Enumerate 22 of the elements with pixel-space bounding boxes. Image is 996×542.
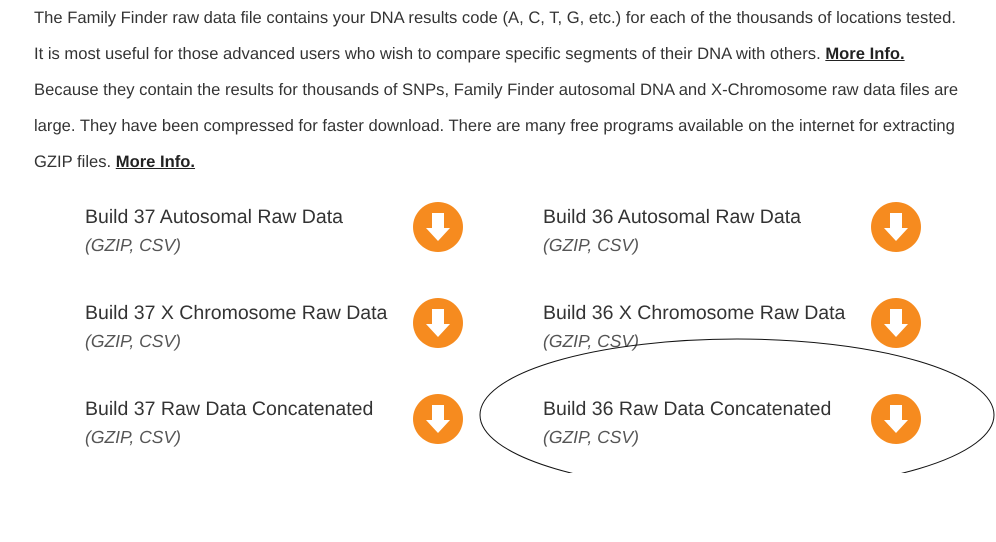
file-format: (GZIP, CSV) <box>85 426 182 449</box>
download-title: Build 36 Raw Data Concatenated <box>543 397 832 422</box>
file-format: (GZIP, CSV) <box>85 330 182 353</box>
file-format: (GZIP, CSV) <box>543 426 640 449</box>
paragraph: The Family Finder raw data file contains your DNA results code (A, C, T, G, etc.) for each of the thousands of locations tested. It is most useful for those advanced users who wish to compare specific segments of their DNA with others. More Info. <box>34 7 957 65</box>
download-icon[interactable] <box>871 202 921 252</box>
download-title: Build 37 X Chromosome Raw Data <box>85 301 388 326</box>
download-icon[interactable] <box>413 298 463 348</box>
download-icon[interactable] <box>413 202 463 252</box>
download-icon[interactable] <box>871 394 921 444</box>
file-format: (GZIP, CSV) <box>85 234 182 257</box>
file-format: (GZIP, CSV) <box>543 330 640 353</box>
download-icon[interactable] <box>413 394 463 444</box>
file-format: (GZIP, CSV) <box>543 234 640 257</box>
download-title: Build 36 X Chromosome Raw Data <box>543 301 846 326</box>
more-info-link[interactable]: More Info. <box>116 152 196 171</box>
download-title: Build 36 Autosomal Raw Data <box>543 205 802 230</box>
download-title: Build 37 Autosomal Raw Data <box>85 205 344 230</box>
paragraph: Because they contain the results for thousands of SNPs, Family Finder autosomal DNA and X-Chromosome raw data files are large. They have been compressed for faster download. There are many free programs available on the internet for extracting GZIP files. More Info. <box>34 79 960 173</box>
more-info-link[interactable]: More Info. <box>825 44 905 63</box>
download-icon[interactable] <box>871 298 921 348</box>
download-title: Build 37 Raw Data Concatenated <box>85 397 374 422</box>
